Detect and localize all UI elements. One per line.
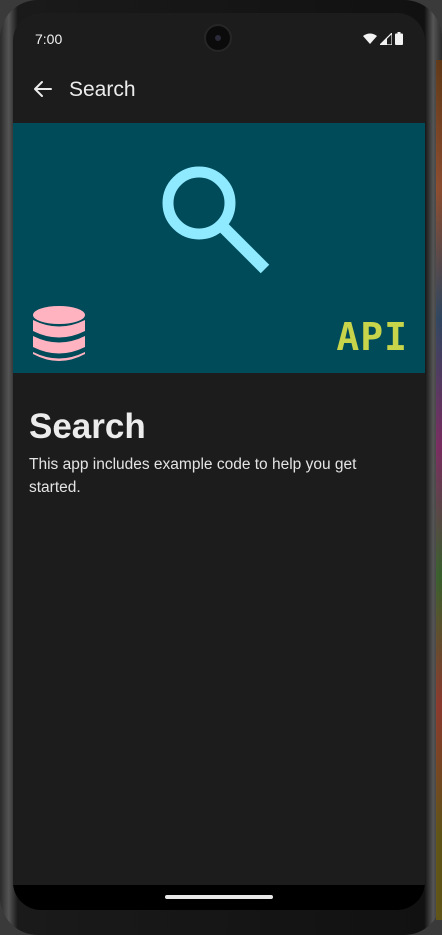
home-gesture-handle[interactable] [165,895,273,899]
back-button[interactable] [29,77,57,105]
wifi-icon [363,32,377,50]
front-camera [206,26,230,50]
hero-banner: API [13,123,425,373]
status-time: 7:00 [35,31,63,47]
background-wallpaper-edge [436,60,442,920]
battery-icon [395,32,403,50]
api-label: API [336,315,408,359]
app-bar: Search [13,63,425,119]
page-title: Search [29,407,146,446]
status-icons [363,31,403,50]
page-description: This app includes example code to help y… [29,456,357,496]
screen: 7:00 Search API Search This app includes… [13,13,425,910]
search-icon [159,163,279,288]
device-frame: 7:00 Search API Search This app includes… [0,0,442,935]
navigation-bar [13,885,425,910]
arrow-left-icon [33,79,53,104]
status-bar: 7:00 [13,13,425,63]
app-bar-title: Search [69,78,136,101]
signal-icon [378,31,393,50]
database-icon [32,306,86,369]
